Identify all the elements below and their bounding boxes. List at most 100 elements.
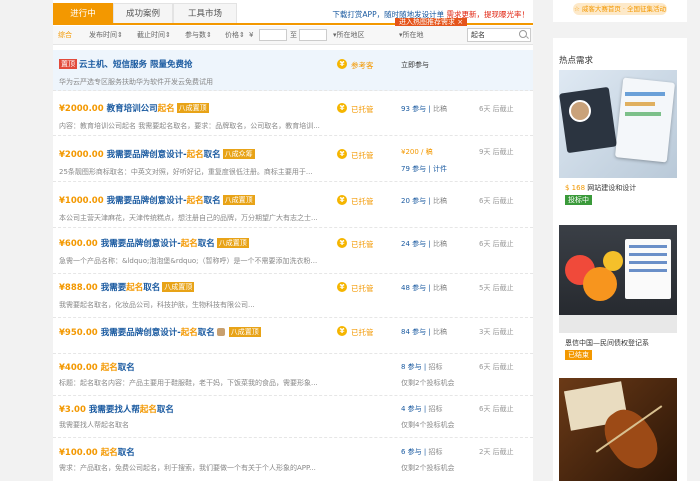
- coin-icon: ¥: [337, 149, 347, 159]
- listing-title-text: 我需要: [100, 283, 127, 293]
- sidebar-title: 热点需求: [559, 56, 594, 66]
- listing-keyword: 起名: [186, 150, 204, 160]
- contest-banner-link[interactable]: ☆ 威客大赛首页 · 全国征集活动: [573, 3, 667, 15]
- listing-stat[interactable]: 立即参与: [401, 60, 429, 70]
- listing-stat[interactable]: 24 参与 | 比稿: [401, 239, 447, 249]
- card-image-web-design[interactable]: [559, 70, 677, 178]
- filter-deadline[interactable]: 截止时间⇕: [137, 26, 171, 44]
- listing-stat-count: 93 参与: [401, 105, 427, 113]
- listing-keyword: 起名: [139, 405, 157, 415]
- listing-stat[interactable]: 6 参与 | 招标: [401, 447, 443, 457]
- listing-status: 已托管: [351, 240, 374, 249]
- listing-title[interactable]: 置顶 云主机、短信服务 限量免费抢: [59, 58, 192, 70]
- listing-status: 参考客: [351, 61, 374, 70]
- listing-title[interactable]: ¥400.00 起名取名: [59, 361, 135, 373]
- listing-stat[interactable]: 93 参与 | 比稿: [401, 104, 447, 114]
- listing-tag: 八成置顶: [176, 103, 209, 113]
- filter-price[interactable]: 价格⇕: [225, 26, 245, 44]
- filter-region[interactable]: ▾所在地区: [333, 26, 365, 44]
- tab-tool-market[interactable]: 工具市场: [173, 3, 237, 23]
- price-max-input[interactable]: [299, 29, 327, 41]
- listing-price: ¥100.00: [59, 448, 98, 458]
- listing-deadline: 6天 后截止: [479, 240, 514, 248]
- listing-desc: 内容：教育培训公司起名 我需要起名取名，要求：品牌取名，公司取名，教育培训...: [59, 122, 320, 130]
- list-item[interactable]: ¥888.00 我需要起名取名 八成置顶 我需要起名取名，化妆品公司，科技护肤，生…: [53, 274, 533, 318]
- list-line-shape: [629, 269, 667, 272]
- listing-desc: 我需要起名取名，化妆品公司，科技护肤，生物科技有限公司...: [59, 301, 255, 309]
- filter-pub-time[interactable]: 发布时间⇕: [89, 26, 123, 44]
- listing-keyword: 起名: [157, 104, 175, 114]
- listing-title-tail: 取名: [203, 196, 221, 206]
- listing-title-tail: 取名: [197, 239, 215, 249]
- listing-price: ¥2000.00: [59, 104, 104, 114]
- listing-title-text: 我需要品牌创意设计-: [106, 150, 187, 160]
- listing-stat-count: 4 参与: [401, 405, 422, 413]
- listing-stat-count: 48 参与: [401, 284, 427, 292]
- listing-title[interactable]: ¥100.00 起名取名: [59, 446, 135, 458]
- list-item[interactable]: ¥3.00 我需要找人帮起名取名 我需要找人帮起名取名 4 参与 | 招标 仅剩…: [53, 396, 533, 438]
- listing-stat-secondary[interactable]: 79 参与 | 计件: [401, 164, 447, 174]
- listing-keyword: 起名: [186, 196, 204, 206]
- coin-icon: ¥: [337, 282, 347, 292]
- listing-title[interactable]: ¥1000.00 我需要品牌创意设计-起名取名 八成置顶: [59, 194, 255, 206]
- card-caption[interactable]: $ 168 网站建设和设计: [565, 183, 636, 193]
- price-min-input[interactable]: [259, 29, 287, 41]
- list-item[interactable]: ¥600.00 我需要品牌创意设计-起名取名 八成置顶 急需一个产品名称：&ldq…: [53, 228, 533, 274]
- listing-title[interactable]: ¥950.00 我需要品牌创意设计-起名取名 八成置顶: [59, 326, 261, 338]
- listing-price: ¥1000.00: [59, 196, 104, 206]
- listing-stat[interactable]: 48 参与 | 比稿: [401, 283, 447, 293]
- listing-title[interactable]: ¥2000.00 教育培训公司起名 八成置顶: [59, 102, 209, 114]
- filter-all[interactable]: 综合: [58, 26, 72, 44]
- listing-price: ¥3.00: [59, 405, 86, 415]
- tab-success-cases[interactable]: 成功案例: [113, 3, 173, 23]
- filter-location[interactable]: ▾所在地: [399, 26, 424, 44]
- listing-stat[interactable]: 4 参与 | 招标: [401, 404, 443, 414]
- coin-icon: ¥: [337, 103, 347, 113]
- list-item[interactable]: ¥950.00 我需要品牌创意设计-起名取名 八成置顶 ¥ 已托管 84 参与 |…: [53, 318, 533, 354]
- card-image-violin[interactable]: [559, 378, 677, 481]
- listing-tag: 八成置顶: [162, 282, 195, 292]
- listing-stat-mode: 比稿: [432, 197, 447, 205]
- listing-deadline: 3天 后截止: [479, 328, 514, 336]
- listing-keyword: 起名: [126, 283, 144, 293]
- listing-title-text: 我需要品牌创意设计-: [106, 196, 187, 206]
- status-badge: 已结束: [565, 350, 592, 360]
- filter-bar: 综合 发布时间⇕ 截止时间⇕ 参与数⇕ 价格⇕ ¥ 至 ▾所在地区 ▾所在地 起…: [53, 26, 533, 45]
- listing-title[interactable]: ¥3.00 我需要找人帮起名取名: [59, 403, 174, 415]
- filter-deadline-label: 截止时间: [137, 31, 165, 39]
- card-caption[interactable]: 恩信中国—民间债权登记系: [565, 338, 649, 348]
- filter-participants[interactable]: 参与数⇕: [185, 26, 212, 44]
- listing-desc: 标题：起名取名内容：产品主要用于鞋服鞋，老干妈，下饭菜我的食品，需要形象...: [59, 379, 318, 387]
- coin-icon: ¥: [337, 195, 347, 205]
- list-item[interactable]: ¥400.00 起名取名 标题：起名取名内容：产品主要用于鞋服鞋，老干妈，下饭菜…: [53, 354, 533, 396]
- search-input[interactable]: 起名: [467, 28, 531, 42]
- tab-ongoing[interactable]: 进行中: [53, 3, 113, 23]
- listing-stat[interactable]: 20 参与 | 比稿: [401, 196, 447, 206]
- list-item[interactable]: ¥2000.00 我需要品牌创意设计-起名取名 八成众筹 25条靓图形商标取名：中…: [53, 136, 533, 182]
- coin-icon: ¥: [337, 59, 347, 69]
- listing-stat: ¥200 / 稿: [401, 148, 433, 156]
- listing-title-text: 我需要品牌创意设计-: [100, 328, 181, 338]
- list-item[interactable]: 置顶 云主机、短信服务 限量免费抢 华为云严选专区服务扶助华为软件开发云免费试用 …: [53, 50, 533, 91]
- search-icon[interactable]: [519, 30, 527, 38]
- listing-title-text: 我需要找人帮: [88, 405, 140, 415]
- status-badge: 投标中: [565, 195, 592, 205]
- listing-stat[interactable]: 84 参与 | 比稿: [401, 327, 447, 337]
- list-item[interactable]: ¥2000.00 教育培训公司起名 八成置顶 内容：教育培训公司起名 我需要起名取…: [53, 91, 533, 136]
- main-panel: 进行中 成功案例 工具市场 下载打赏APP，随时随地发设计单 需求更新，提现曝光…: [53, 0, 533, 481]
- listing-title[interactable]: ¥2000.00 我需要品牌创意设计-起名取名 八成众筹: [59, 148, 255, 160]
- listing-title-text: 云主机、短信服务 限量免费抢: [79, 60, 193, 70]
- listing-keyword: 起名: [100, 448, 118, 458]
- card-image-app[interactable]: [559, 225, 677, 333]
- listing-keyword: 起名: [180, 239, 198, 249]
- listing-price: ¥400.00: [59, 363, 98, 373]
- list-item[interactable]: ¥1000.00 我需要品牌创意设计-起名取名 八成置顶 本公司主营天津麻花，天津…: [53, 182, 533, 228]
- listing-title[interactable]: ¥888.00 我需要起名取名 八成置顶: [59, 281, 195, 293]
- ui-panel-shape: [559, 86, 617, 154]
- listing-title[interactable]: ¥600.00 我需要品牌创意设计-起名取名 八成置顶: [59, 237, 249, 249]
- list-item[interactable]: ¥100.00 起名取名 需求：产品取名，免费公司起名，利于搜索，我们要做一个有…: [53, 438, 533, 481]
- listing-title-tail: 取名: [143, 283, 161, 293]
- listing-title-text: 我需要品牌创意设计-: [100, 239, 181, 249]
- listing-status: 已托管: [351, 197, 374, 206]
- listing-stat[interactable]: 8 参与 | 招标: [401, 362, 443, 372]
